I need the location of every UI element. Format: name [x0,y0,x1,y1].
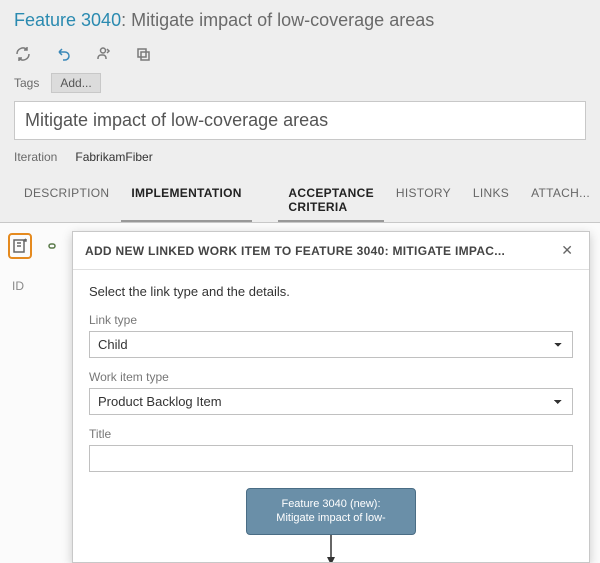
assign-icon[interactable] [94,45,112,63]
title-field-input[interactable] [89,445,573,472]
tab-links[interactable]: LINKS [463,178,519,222]
id-column-header: ID [8,279,64,293]
iteration-value[interactable]: FabrikamFiber [75,150,152,164]
arrow-down-icon [326,535,336,562]
refresh-icon[interactable] [14,45,32,63]
tags-label: Tags [14,76,39,90]
tab-description[interactable]: DESCRIPTION [14,178,119,222]
add-linked-item-dialog: ADD NEW LINKED WORK ITEM TO FEATURE 3040… [72,231,590,563]
tabs: DESCRIPTION IMPLEMENTATION ACCEPTANCE CR… [0,178,600,223]
undo-icon[interactable] [54,45,72,63]
left-rail: ID [0,223,72,563]
work-item-title-line: Feature 3040: Mitigate impact of low-cov… [14,10,586,31]
tab-implementation[interactable]: IMPLEMENTATION [121,178,251,222]
diagram-parent-node: Feature 3040 (new): Mitigate impact of l… [246,488,416,535]
link-type-select[interactable]: Child [89,331,573,358]
feature-title-text: : Mitigate impact of low-coverage areas [121,10,434,30]
work-item-type-select[interactable]: Product Backlog Item [89,388,573,415]
feature-id[interactable]: Feature 3040 [14,10,121,30]
title-input[interactable]: Mitigate impact of low-coverage areas [14,101,586,140]
work-item-type-label: Work item type [89,370,573,384]
dialog-title: ADD NEW LINKED WORK ITEM TO FEATURE 3040… [85,244,505,258]
tab-history[interactable]: HISTORY [386,178,461,222]
title-field-label: Title [89,427,573,441]
link-diagram: Feature 3040 (new): Mitigate impact of l… [89,488,573,562]
link-type-label: Link type [89,313,573,327]
add-tag-button[interactable]: Add... [51,73,100,93]
close-icon[interactable]: ✕ [557,242,577,259]
add-new-linked-item-button[interactable] [8,233,32,259]
dialog-instruction: Select the link type and the details. [89,284,573,299]
copy-icon[interactable] [134,45,152,63]
iteration-label: Iteration [14,150,57,164]
tab-attachments[interactable]: ATTACH... [521,178,600,222]
tab-acceptance[interactable]: ACCEPTANCE CRITERIA [278,178,383,222]
link-existing-item-button[interactable] [40,233,64,259]
toolbar [0,31,600,73]
